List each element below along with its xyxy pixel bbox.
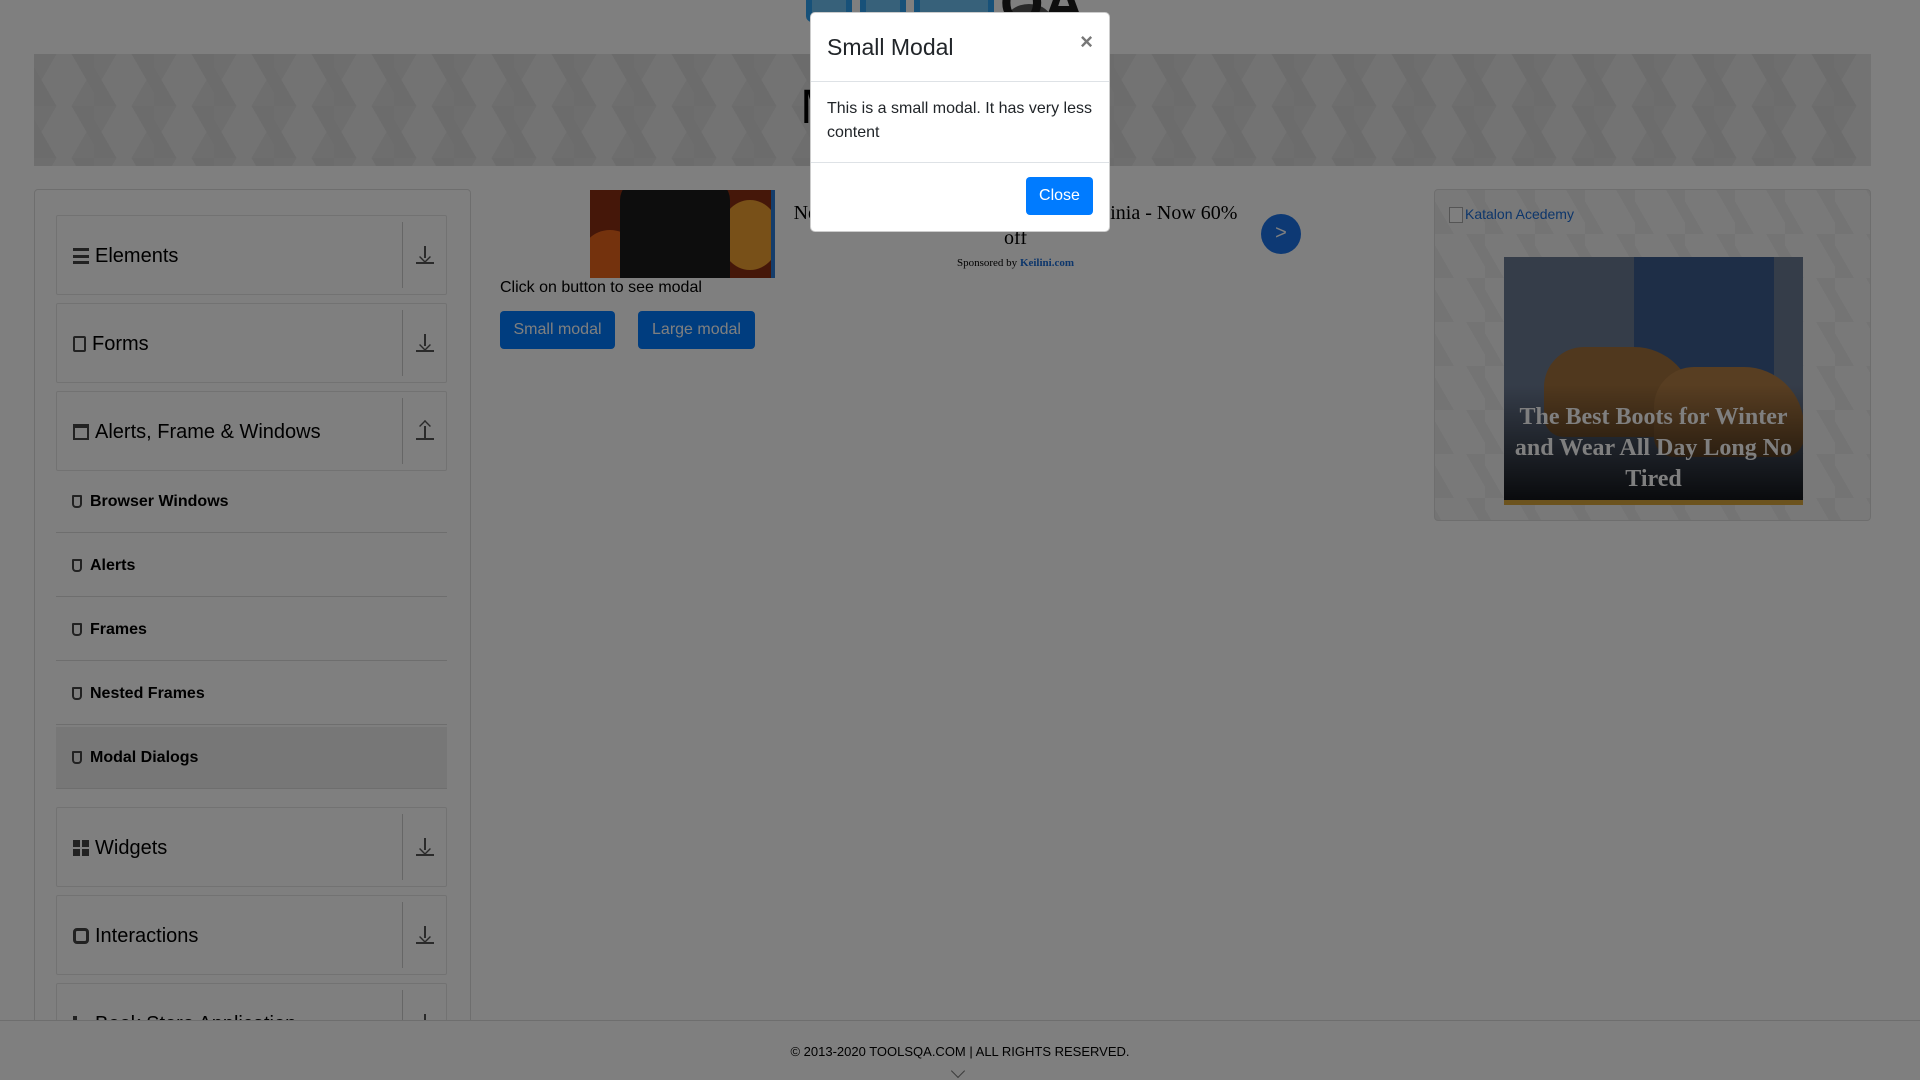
modal-title: Small Modal: [827, 34, 954, 60]
modal-footer: Close: [811, 162, 1109, 232]
close-button[interactable]: Close: [1026, 177, 1093, 215]
small-modal-dialog: Small Modal × This is a small modal. It …: [810, 12, 1110, 232]
modal-header: Small Modal ×: [811, 13, 1109, 82]
modal-body: This is a small modal. It has very less …: [827, 100, 1092, 141]
close-icon[interactable]: ×: [1080, 29, 1093, 55]
